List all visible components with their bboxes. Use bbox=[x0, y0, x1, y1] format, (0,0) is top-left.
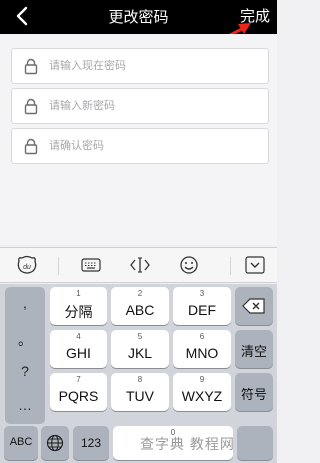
emoji-button[interactable] bbox=[176, 253, 202, 277]
new-password-input[interactable] bbox=[49, 95, 259, 117]
confirm-password-field[interactable] bbox=[11, 128, 269, 164]
lock-icon bbox=[24, 58, 38, 75]
emoji-icon bbox=[180, 256, 198, 274]
globe-icon bbox=[46, 434, 64, 452]
clear-key[interactable]: 清空 bbox=[235, 330, 273, 368]
watermark: 查字典 教程网 bbox=[140, 436, 235, 452]
current-password-input[interactable] bbox=[49, 55, 259, 77]
punct-comma-key[interactable]: , bbox=[5, 295, 45, 311]
keyboard: , 。 ? … 1 分隔 2 ABC 3 DEF 4 GHI 5 JKL 6 M… bbox=[0, 284, 277, 463]
abc-switch-key[interactable]: ABC bbox=[4, 426, 38, 460]
punct-ellipsis-key[interactable]: … bbox=[5, 397, 45, 413]
enter-key[interactable] bbox=[237, 426, 273, 460]
cursor-move-icon bbox=[130, 257, 150, 273]
lock-icon bbox=[24, 138, 38, 155]
toolbar-divider bbox=[58, 257, 59, 275]
current-password-field[interactable] bbox=[11, 48, 269, 84]
key-5[interactable]: 5 JKL bbox=[111, 330, 169, 368]
keyboard-switch-button[interactable] bbox=[78, 253, 104, 277]
keyboard-icon bbox=[81, 258, 101, 272]
collapse-keyboard-icon bbox=[245, 256, 265, 274]
ime-logo-icon: du bbox=[17, 255, 37, 274]
key-4[interactable]: 4 GHI bbox=[50, 330, 107, 368]
key-8[interactable]: 8 TUV bbox=[111, 373, 169, 411]
punctuation-column[interactable]: , 。 ? … bbox=[5, 287, 45, 424]
globe-key[interactable] bbox=[41, 426, 69, 460]
confirm-password-input[interactable] bbox=[49, 135, 259, 157]
new-password-field[interactable] bbox=[11, 88, 269, 124]
key-2[interactable]: 2 ABC bbox=[111, 287, 169, 325]
punct-period-key[interactable]: 。 bbox=[5, 330, 45, 350]
key-3[interactable]: 3 DEF bbox=[173, 287, 231, 325]
backspace-key[interactable] bbox=[235, 287, 273, 325]
collapse-keyboard-button[interactable] bbox=[243, 253, 267, 277]
punct-question-key[interactable]: ? bbox=[5, 363, 45, 379]
backspace-icon bbox=[242, 298, 265, 314]
numeric-switch-key[interactable]: 123 bbox=[73, 426, 109, 460]
symbol-key[interactable]: 符号 bbox=[235, 373, 273, 411]
key-7[interactable]: 7 PQRS bbox=[50, 373, 107, 411]
svg-text:du: du bbox=[23, 264, 31, 271]
key-1[interactable]: 1 分隔 bbox=[50, 287, 107, 325]
lock-icon bbox=[24, 98, 38, 115]
toolbar-divider bbox=[230, 257, 231, 275]
key-6[interactable]: 6 MNO bbox=[173, 330, 231, 368]
cursor-move-button[interactable] bbox=[127, 253, 153, 277]
ime-logo-button[interactable]: du bbox=[14, 253, 40, 277]
keyboard-toolbar: du bbox=[0, 247, 277, 283]
key-9[interactable]: 9 WXYZ bbox=[173, 373, 231, 411]
password-form bbox=[0, 34, 277, 245]
